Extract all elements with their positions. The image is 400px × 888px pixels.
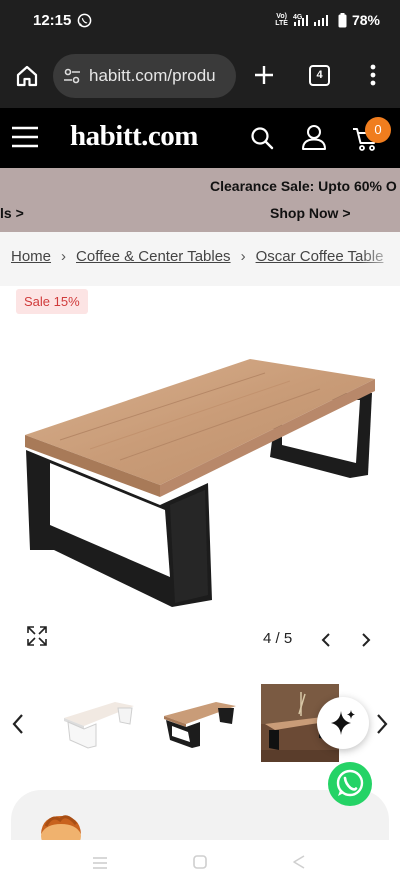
whatsapp-icon[interactable]	[327, 761, 373, 807]
screen: 12:15 Vo) LTE 4G 78% habitt.com/produ 4 …	[0, 0, 400, 888]
breadcrumb-row: Home › Coffee & Center Tables › Oscar Co…	[11, 248, 383, 265]
chevron-right-icon: ›	[240, 248, 246, 265]
recent-apps-icon[interactable]	[92, 856, 108, 870]
thumbnail-2[interactable]	[160, 684, 238, 762]
breadcrumb-fade	[360, 232, 400, 286]
network-label: 4G	[293, 14, 303, 21]
battery-icon	[338, 12, 347, 27]
address-bar[interactable]: habitt.com/produ	[53, 54, 236, 98]
cart-count-badge[interactable]: 0	[365, 117, 391, 143]
site-logo[interactable]: habitt.com	[70, 120, 198, 153]
search-icon[interactable]	[250, 126, 274, 150]
product-image[interactable]	[20, 345, 380, 620]
breadcrumb-category[interactable]: Coffee & Center Tables	[76, 248, 231, 265]
volte-top: Vo)	[276, 13, 287, 20]
hamburger-icon[interactable]	[11, 125, 39, 149]
expand-icon[interactable]	[27, 626, 47, 646]
breadcrumb: Home › Coffee & Center Tables › Oscar Co…	[0, 232, 400, 286]
url-text[interactable]: habitt.com/produ	[89, 66, 216, 86]
shop-now-link[interactable]: Shop Now >	[270, 205, 351, 221]
system-nav-bar	[0, 840, 400, 888]
volte-bottom: LTE	[275, 20, 288, 27]
status-time: 12:15	[33, 12, 72, 29]
home-icon[interactable]	[15, 64, 39, 88]
thumbnail-1[interactable]	[60, 684, 138, 762]
promo-banner[interactable]: Clearance Sale: Upto 60% O ls > Shop Now…	[0, 168, 400, 232]
browser-toolbar: habitt.com/produ 4	[0, 42, 400, 108]
more-icon[interactable]	[370, 64, 376, 86]
battery-level: 78%	[351, 12, 380, 28]
status-bar: 12:15 Vo) LTE 4G 78%	[0, 0, 400, 42]
chevron-right-icon: ›	[61, 248, 67, 265]
back-icon[interactable]	[292, 855, 306, 869]
sparkle-icon[interactable]	[317, 697, 369, 749]
signal-icon: 4G	[293, 14, 328, 26]
chevron-left-icon[interactable]	[10, 712, 26, 736]
promo-headline: Clearance Sale: Upto 60% O	[210, 178, 397, 194]
image-counter: 4 / 5	[263, 630, 293, 647]
chevron-right-icon[interactable]	[374, 712, 390, 736]
tune-icon[interactable]	[63, 67, 81, 85]
chevron-right-icon[interactable]	[360, 632, 372, 648]
volte-indicator: Vo) LTE	[275, 13, 288, 27]
whatsapp-status-icon	[77, 13, 92, 28]
user-icon[interactable]	[301, 124, 327, 150]
tabs-icon[interactable]: 4	[309, 65, 330, 86]
promo-link-partial[interactable]: ls >	[0, 205, 24, 221]
system-icons: Vo) LTE 4G 78%	[275, 12, 380, 28]
chevron-left-icon[interactable]	[320, 632, 332, 648]
breadcrumb-home[interactable]: Home	[11, 248, 51, 265]
sale-badge: Sale 15%	[16, 289, 88, 314]
site-header: habitt.com 0	[0, 108, 400, 168]
nav-home-icon[interactable]	[193, 855, 207, 869]
plus-icon[interactable]	[253, 64, 275, 86]
